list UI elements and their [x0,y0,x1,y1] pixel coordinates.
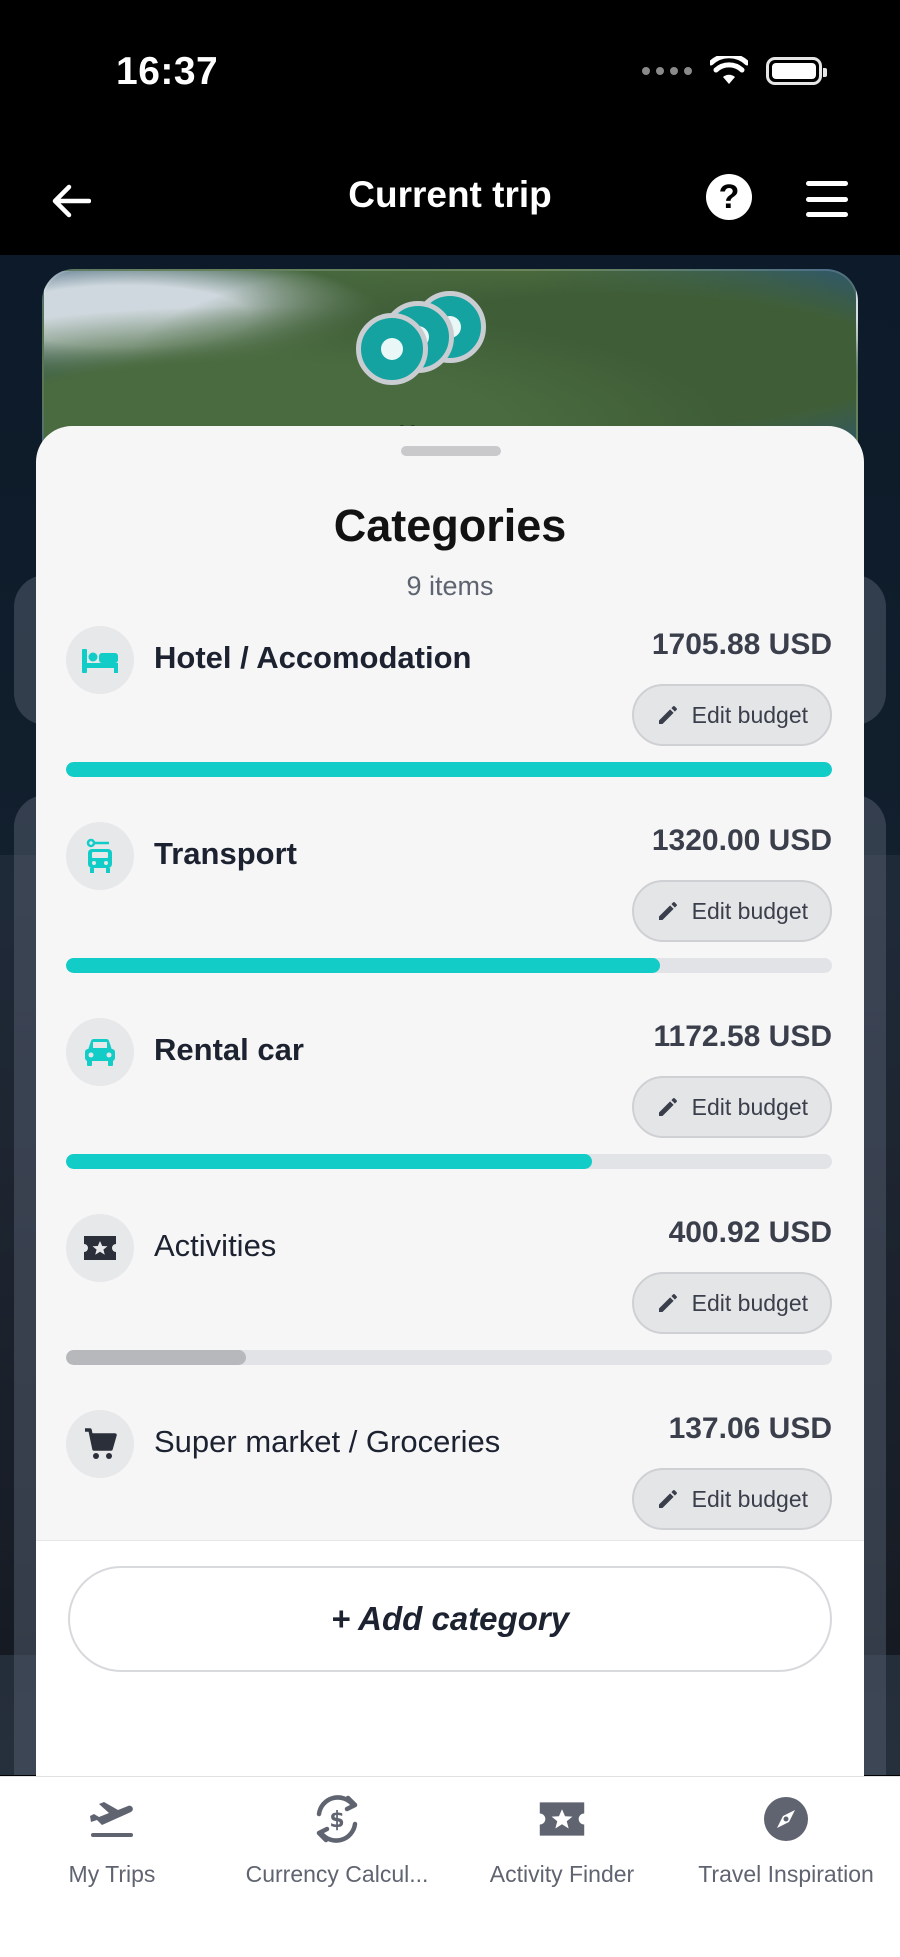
car-icon [66,1018,134,1086]
question-mark-icon: ? [718,177,740,216]
ticket-star-icon [534,1791,590,1847]
budget-progress-bar [66,1350,832,1365]
svg-text:$: $ [329,1808,344,1833]
edit-budget-label: Edit budget [691,897,808,924]
wifi-icon [710,56,748,84]
category-amount: 137.06 USD [668,1412,832,1445]
edit-budget-button[interactable]: Edit budget [631,880,832,942]
plane-takeoff-icon [84,1791,140,1847]
tab-currency-calculator[interactable]: $ Currency Calcul... [232,1791,442,1911]
sheet-title: Categories [333,500,567,551]
category-amount: 1320.00 USD [651,824,832,857]
budget-progress-bar [66,1154,832,1169]
currency-exchange-icon: $ [309,1791,365,1847]
hamburger-line [806,181,848,186]
train-icon [66,822,134,890]
menu-button[interactable] [806,181,848,217]
battery-icon [766,57,827,85]
signal-icon [642,67,692,75]
budget-progress-bar [66,762,832,777]
tab-my-trips[interactable]: My Trips [47,1791,177,1911]
category-name: Hotel / Accomodation [154,640,472,675]
status-icons [642,56,827,86]
category-row[interactable]: Rental car 1172.58 USD Edit budget [36,998,864,1194]
category-name: Super market / Groceries [154,1424,501,1459]
budget-progress-fill [66,958,660,973]
edit-budget-button[interactable]: Edit budget [631,1076,832,1138]
tab-label: Activity Finder [489,1861,635,1887]
hamburger-line [806,212,848,217]
tab-label: Currency Calcul... [245,1861,429,1887]
page-title: Current trip [348,174,552,215]
edit-budget-label: Edit budget [691,701,808,728]
category-name: Rental car [154,1032,304,1067]
budget-progress-bar [66,958,832,973]
category-row[interactable]: Activities 400.92 USD Edit budget [36,1194,864,1390]
items-count: 9 items [406,571,494,601]
pencil-icon [658,1490,677,1508]
category-name: Activities [154,1228,277,1263]
sheet-grabber[interactable] [401,446,501,456]
compass-icon [758,1791,814,1847]
tab-travel-inspiration[interactable]: Travel Inspiration [686,1791,886,1911]
pencil-icon [658,1294,677,1312]
bottom-tab-bar: My Trips $ Currency Calcul... Activity F… [0,1776,900,1957]
sheet-footer: + Add category [36,1540,864,1776]
tab-label: My Trips [68,1861,156,1887]
pencil-icon [658,1098,677,1116]
tab-activity-finder[interactable]: Activity Finder [478,1791,646,1911]
edit-budget-button[interactable]: Edit budget [631,1272,832,1334]
budget-progress-fill [66,762,832,777]
edit-budget-label: Edit budget [691,1485,808,1512]
category-list[interactable]: Hotel / Accomodation 1705.88 USD Edit bu… [36,606,864,1540]
app-header: Current trip ? [0,150,900,255]
status-time: 16:37 [116,50,219,93]
status-bar: 16:37 [0,0,900,150]
edit-budget-button[interactable]: Edit budget [631,684,832,746]
pencil-icon [658,706,677,724]
category-row[interactable]: Transport 1320.00 USD Edit budget [36,802,864,998]
pencil-icon [658,902,677,920]
ticket-star-icon [66,1214,134,1282]
category-row[interactable]: Hotel / Accomodation 1705.88 USD Edit bu… [36,606,864,802]
category-amount: 1172.58 USD [653,1020,832,1053]
budget-progress-fill [66,1154,593,1169]
categories-sheet: Categories 9 items Hotel / Accomodation … [36,426,864,1776]
category-amount: 400.92 USD [668,1216,832,1249]
cart-icon [66,1410,134,1478]
category-row[interactable]: Super market / Groceries 137.06 USD Edit… [36,1390,864,1540]
add-category-button[interactable]: + Add category [68,1566,832,1672]
edit-budget-label: Edit budget [691,1093,808,1120]
help-button[interactable]: ? [706,174,752,220]
hamburger-line [806,196,848,202]
edit-budget-label: Edit budget [691,1289,808,1316]
map-pin-icon [356,313,428,385]
tab-label: Travel Inspiration [698,1861,874,1887]
bed-icon [66,626,134,694]
budget-progress-fill [66,1350,246,1365]
category-name: Transport [154,836,297,871]
category-amount: 1705.88 USD [651,628,832,661]
edit-budget-button[interactable]: Edit budget [631,1468,832,1530]
